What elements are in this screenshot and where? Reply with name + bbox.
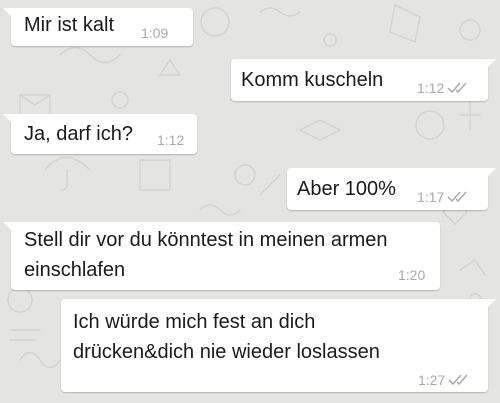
bubble-tail [486, 168, 496, 178]
message-text: Aber 100% [297, 178, 396, 200]
double-check-icon [447, 82, 469, 94]
message-text: Stell dir vor du könntest in meinen arme… [24, 229, 388, 281]
bubble-tail [486, 59, 496, 69]
message-meta: 1:27 [418, 372, 470, 388]
message-meta: 1:09 [141, 25, 168, 41]
bubble-tail [3, 114, 13, 124]
bubble-tail [486, 299, 496, 309]
message-timestamp: 1:12 [157, 132, 185, 148]
incoming-message[interactable]: Stell dir vor du könntest in meinen arme… [3, 222, 440, 290]
bubble-tail [3, 8, 13, 18]
double-check-icon [447, 191, 469, 203]
outgoing-message[interactable]: Komm kuscheln 1:12 [231, 59, 496, 101]
outgoing-message[interactable]: Aber 100% 1:17 [287, 168, 496, 210]
message-text: Ja, darf ich? [24, 123, 133, 145]
message-timestamp: 1:20 [398, 267, 426, 283]
message-meta: 1:20 [398, 267, 425, 283]
message-text: Komm kuscheln [241, 69, 384, 91]
message-meta: 1:17 [417, 189, 469, 205]
message-timestamp: 1:17 [417, 189, 445, 205]
message-meta: 1:12 [417, 80, 469, 96]
message-timestamp: 1:27 [418, 372, 446, 388]
message-timestamp: 1:12 [417, 80, 445, 96]
incoming-message[interactable]: Mir ist kalt 1:09 [3, 8, 193, 46]
incoming-message[interactable]: Ja, darf ich? 1:12 [3, 114, 197, 154]
double-check-icon [448, 374, 470, 386]
bubble-tail [3, 222, 13, 232]
message-meta: 1:12 [157, 132, 184, 148]
chat-thread: Mir ist kalt 1:09 Komm kuscheln 1:12 Ja,… [0, 0, 500, 403]
message-text: Ich würde mich fest an dich drücken&dich… [73, 311, 380, 363]
message-timestamp: 1:09 [141, 25, 169, 41]
message-text: Mir ist kalt [24, 14, 114, 36]
outgoing-message[interactable]: Ich würde mich fest an dich drücken&dich… [61, 299, 496, 392]
